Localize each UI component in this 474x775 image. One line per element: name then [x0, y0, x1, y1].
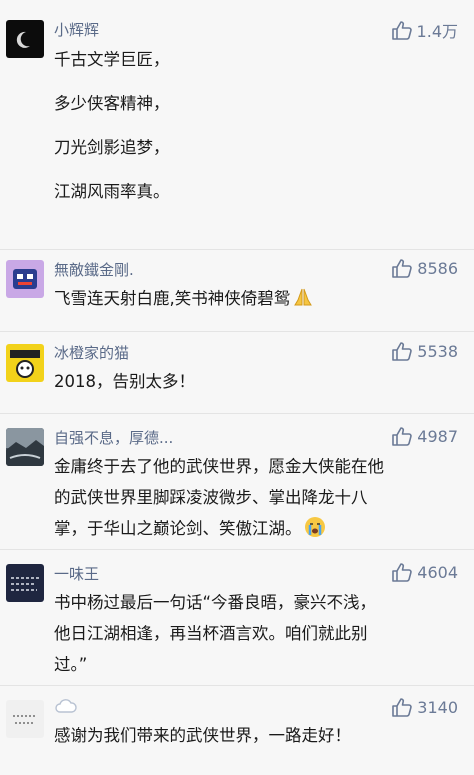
- crying-face-emoji: [304, 517, 325, 537]
- poem-line: 多少侠客精神，: [54, 94, 170, 113]
- username[interactable]: [54, 698, 78, 718]
- avatar[interactable]: [6, 700, 44, 738]
- crescent-moon-icon: [16, 31, 30, 48]
- comment-text: 2018，告别太多！: [54, 366, 460, 397]
- like-button[interactable]: 3140: [391, 697, 458, 717]
- comment-line: 感谢为我们带来的武侠世界，一路走好！: [54, 726, 351, 745]
- comment-text: 金庸终于去了他的武侠世界，愿金大侠能在他 的武侠世界里脚踩凌波微步、掌出降龙十八…: [54, 451, 460, 544]
- avatar[interactable]: [6, 428, 44, 466]
- username[interactable]: 一味王: [54, 563, 99, 584]
- thumbs-up-icon: [392, 342, 413, 361]
- comment-text: 书中杨过最后一句话“今番良晤，豪兴不浅， 他日江湖相逢，再当杯酒言欢。咱们就此别…: [54, 587, 460, 680]
- comment-line: 书中杨过最后一句话“今番良晤，豪兴不浅，: [54, 593, 377, 612]
- like-button[interactable]: 4987: [391, 426, 458, 446]
- comment-line: 金庸终于去了他的武侠世界，愿金大侠能在他: [54, 457, 384, 476]
- cartoon-icon: [10, 350, 40, 378]
- praying-hands-emoji: [294, 288, 313, 306]
- like-count: 1.4万: [416, 22, 458, 41]
- thumbs-up-icon: [392, 259, 413, 278]
- comment-item: 無敵鐵金剛. 8586 飞雪连天射白鹿,笑书神侠倚碧鸳: [0, 250, 474, 332]
- comment-line: 飞雪连天射白鹿,笑书神侠倚碧鸳: [54, 289, 291, 308]
- comment-line: 2018，告别太多！: [54, 372, 195, 391]
- comment-item: 3140 感谢为我们带来的武侠世界，一路走好！: [0, 686, 474, 775]
- username[interactable]: 冰橙家的猫: [54, 342, 129, 363]
- avatar[interactable]: [6, 564, 44, 602]
- like-button[interactable]: 1.4万: [391, 18, 458, 42]
- thumbs-up-icon: [391, 21, 412, 40]
- text-art-icon: [13, 715, 37, 724]
- like-button[interactable]: 8586: [391, 258, 458, 278]
- cloud-icon: [55, 699, 77, 713]
- thumbs-up-icon: [392, 563, 413, 582]
- like-count: 8586: [417, 258, 458, 278]
- comment-item: 一味王 4604 书中杨过最后一句话“今番良晤，豪兴不浅， 他日江湖相逢，再当杯…: [0, 550, 474, 686]
- poem-line: 千古文学巨匠，: [54, 50, 170, 69]
- username[interactable]: 小辉辉: [54, 19, 99, 40]
- comment-item: 小辉辉 1.4万 千古文学巨匠， 多少侠客精神， 刀光剑影追梦， 江湖风雨率真。: [0, 0, 474, 250]
- like-count: 4604: [417, 562, 458, 582]
- like-count: 4987: [417, 426, 458, 446]
- avatar[interactable]: [6, 260, 44, 298]
- comment-item: 冰橙家的猫 5538 2018，告别太多！: [0, 332, 474, 414]
- like-count: 5538: [417, 341, 458, 361]
- avatar[interactable]: [6, 344, 44, 382]
- thumbs-up-icon: [392, 427, 413, 446]
- comment-line: 过。”: [54, 655, 88, 674]
- like-button[interactable]: 4604: [391, 562, 458, 582]
- poem-line: 刀光剑影追梦，: [54, 138, 170, 157]
- comment-line: 他日江湖相逢，再当杯酒言欢。咱们就此别: [54, 624, 368, 643]
- comment-line: 的武侠世界里脚踩凌波微步、掌出降龙十八: [54, 488, 368, 507]
- comment-text: 感谢为我们带来的武侠世界，一路走好！: [54, 720, 460, 751]
- comment-line: 掌，于华山之巅论剑、笑傲江湖。: [54, 519, 302, 538]
- username[interactable]: 自强不息，厚德...: [54, 427, 173, 448]
- text-art-icon: [11, 577, 39, 591]
- thumbs-up-icon: [392, 698, 413, 717]
- avatar[interactable]: [6, 20, 44, 58]
- comment-feed: 小辉辉 1.4万 千古文学巨匠， 多少侠客精神， 刀光剑影追梦， 江湖风雨率真。…: [0, 0, 474, 775]
- poem-line: 江湖风雨率真。: [54, 182, 170, 201]
- landscape-icon: [6, 428, 44, 466]
- robot-icon: [13, 269, 37, 289]
- like-button[interactable]: 5538: [391, 341, 458, 361]
- comment-item: 自强不息，厚德... 4987 金庸终于去了他的武侠世界，愿金大侠能在他 的武侠…: [0, 414, 474, 550]
- like-count: 3140: [417, 697, 458, 717]
- comment-text: 飞雪连天射白鹿,笑书神侠倚碧鸳: [54, 283, 460, 314]
- username[interactable]: 無敵鐵金剛.: [54, 259, 134, 280]
- comment-text: 千古文学巨匠， 多少侠客精神， 刀光剑影追梦， 江湖风雨率真。: [54, 48, 460, 224]
